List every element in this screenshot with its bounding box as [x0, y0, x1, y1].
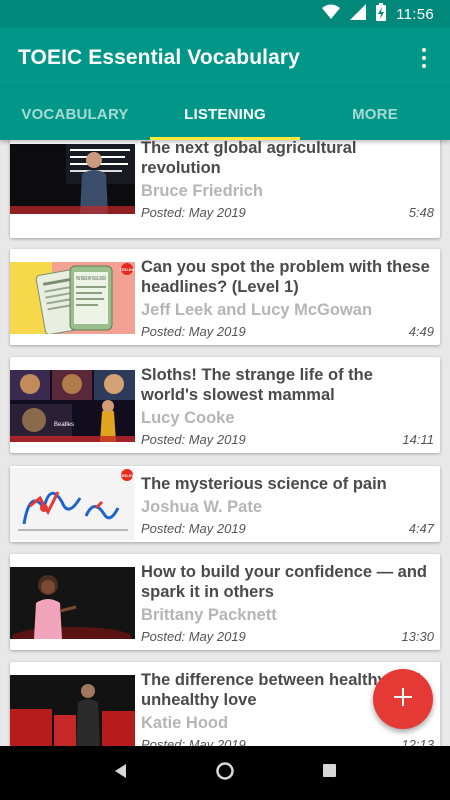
video-duration: 13:30 [401, 629, 434, 644]
add-icon [394, 687, 412, 711]
video-speaker: Lucy Cooke [141, 409, 235, 427]
video-speaker: Brittany Packnett [141, 606, 277, 624]
list-item[interactable]: The next global agricultural revolution … [10, 140, 440, 238]
wifi-icon [322, 4, 341, 24]
tab-more[interactable]: MORE [300, 88, 450, 140]
home-icon[interactable] [216, 761, 235, 785]
ted-ed-badge: TED-Ed [120, 267, 135, 272]
video-posted-date: Posted: May 2019 [141, 521, 246, 536]
video-duration: 12:13 [401, 737, 434, 746]
video-duration: 4:49 [408, 324, 434, 339]
video-thumbnail [10, 675, 135, 746]
video-thumbnail [10, 144, 135, 214]
list-item[interactable]: TED-Ed The mysterious science of pain Jo… [10, 466, 440, 542]
video-duration: 4:47 [408, 521, 434, 536]
thumbnail-text: Beatles [54, 422, 74, 428]
video-title: How to build your confidence — and spark… [141, 563, 428, 601]
video-speaker: Bruce Friedrich [141, 182, 263, 200]
tab-vocabulary[interactable]: VOCABULARY [0, 88, 150, 140]
back-icon[interactable] [114, 763, 128, 783]
video-posted-date: Posted: May 2019 [141, 432, 246, 447]
video-list[interactable]: The next global agricultural revolution … [0, 140, 450, 746]
video-posted-date: Posted: May 2019 [141, 205, 246, 220]
video-title: The next global agricultural revolution [141, 140, 357, 177]
signal-icon [350, 4, 367, 24]
video-title: Can you spot the problem with these head… [141, 258, 430, 296]
list-item[interactable]: How to build your confidence — and spark… [10, 554, 440, 650]
system-nav-bar [0, 746, 450, 800]
status-bar: 11:56 [0, 0, 450, 28]
video-thumbnail: HOW DRUGS MAY CAUSE CANCER TED-Ed [10, 262, 135, 334]
clock: 11:56 [396, 5, 434, 23]
battery-charging-icon [376, 3, 387, 25]
tab-bar: VOCABULARY LISTENING MORE [0, 88, 450, 140]
tab-listening[interactable]: LISTENING [150, 88, 300, 140]
video-title: Sloths! The strange life of the world's … [141, 366, 373, 404]
thumbnail-headline: HOW DRUGS MAY CAUSE CANCER [76, 276, 106, 282]
video-thumbnail: TED-Ed [10, 468, 135, 540]
video-posted-date: Posted: May 2019 [141, 324, 246, 339]
app-title: TOEIC Essential Vocabulary [18, 46, 300, 69]
video-speaker: Jeff Leek and Lucy McGowan [141, 301, 373, 319]
video-thumbnail [10, 567, 135, 639]
recents-icon[interactable] [322, 764, 336, 782]
ted-ed-badge: TED-Ed [120, 473, 135, 478]
add-button[interactable] [373, 669, 433, 729]
more-vert-icon[interactable] [412, 46, 436, 70]
video-thumbnail: Beatles [10, 370, 135, 442]
list-item[interactable]: Beatles Sloths! The strange life of the … [10, 357, 440, 453]
video-duration: 14:11 [402, 432, 434, 447]
list-item[interactable]: HOW DRUGS MAY CAUSE CANCER TED-Ed Can yo… [10, 249, 440, 345]
video-posted-date: Posted: May 2019 [141, 737, 246, 746]
video-speaker: Katie Hood [141, 714, 229, 732]
video-posted-date: Posted: May 2019 [141, 629, 246, 644]
video-title: The mysterious science of pain [141, 475, 387, 493]
video-speaker: Joshua W. Pate [141, 498, 263, 516]
app-bar: TOEIC Essential Vocabulary [0, 28, 450, 88]
video-duration: 5:48 [408, 205, 434, 220]
